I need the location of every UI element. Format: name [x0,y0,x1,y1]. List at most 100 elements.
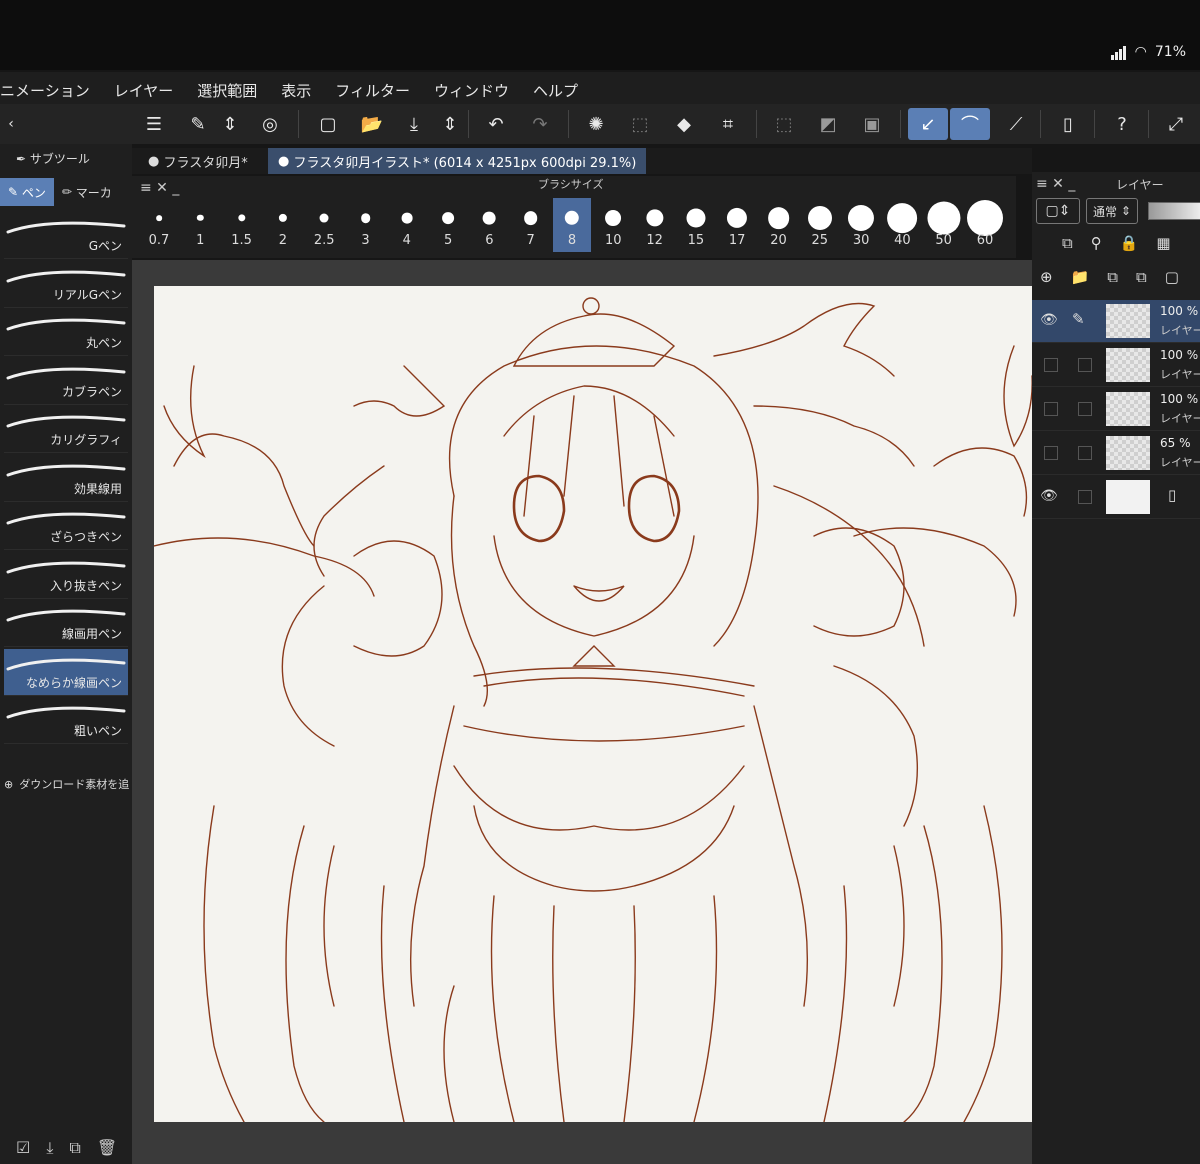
fullscreen-icon[interactable]: ⤢ [1160,108,1192,140]
brush-size-option[interactable]: 4 [388,198,426,252]
fill-icon[interactable]: ◆ [668,108,700,140]
new-layer-icon[interactable]: ⊕ [1040,268,1053,286]
menu-view[interactable]: 表示 [281,80,311,101]
brush-size-option[interactable]: 1.5 [223,198,261,252]
brush-snap-icon[interactable]: ⌒ [950,108,990,140]
edit-icon[interactable]: ✎ [182,108,214,140]
layer-row[interactable]: 👁 ✎ 100 % レイヤー [1032,300,1200,343]
deselect-icon[interactable]: ⬚ [768,108,800,140]
tab-document-1[interactable]: ● フラスタ卯月* [138,148,258,174]
brush-item[interactable]: カリグラフィ [4,406,128,453]
blend-mode-select[interactable]: 通常 ⇕ [1086,198,1138,224]
stepper-icon[interactable]: ⇕ [440,108,460,140]
brush-size-option[interactable]: 8 [553,198,591,252]
trash-icon[interactable]: 🗑 [97,1138,117,1158]
import-icon[interactable]: ⤓ [46,1138,53,1158]
pen-snap-icon[interactable]: ↙ [908,108,948,140]
brush-size-option[interactable]: 12 [636,198,674,252]
lock-alpha-icon[interactable]: ▦ [1156,234,1170,252]
brush-item[interactable]: リアルGペン [4,261,128,308]
brush-size-option[interactable]: 30 [842,198,880,252]
brush-size-option[interactable]: 17 [718,198,756,252]
menu-selection[interactable]: 選択範囲 [197,80,257,101]
layer-row[interactable]: 👁 ▯ [1032,476,1200,519]
invert-selection-icon[interactable]: ◩ [812,108,844,140]
reference-icon[interactable]: ⚲ [1091,234,1102,252]
brush-size-option[interactable]: 50 [925,198,963,252]
layer-row[interactable]: 100 % レイヤー [1032,388,1200,431]
brush-item[interactable]: 粗いペン [4,697,128,744]
brush-size-option[interactable]: 2.5 [305,198,343,252]
stepper-icon[interactable]: ⇕ [220,108,240,140]
undo-icon[interactable]: ↶ [480,108,512,140]
loading-icon[interactable]: ✺ [580,108,612,140]
brush-size-option[interactable]: 10 [594,198,632,252]
menu-window[interactable]: ウィンドウ [434,80,509,101]
tab-marker[interactable]: ✏ マーカ [54,178,120,206]
brush-item[interactable]: 効果線用 [4,455,128,502]
save-icon[interactable]: ⤓ [398,108,430,140]
help-icon[interactable]: ? [1106,108,1138,140]
new-folder-icon[interactable]: 📁 [1071,268,1090,286]
menu-layer[interactable]: レイヤー [114,80,174,101]
subtool-tab[interactable]: ✒ サブツール [16,150,90,167]
brush-size-option[interactable]: 6 [470,198,508,252]
edit-toggle[interactable] [1078,358,1092,372]
close-icon[interactable]: ≡ ✕ _ [140,180,179,196]
brush-size-option[interactable]: 1 [181,198,219,252]
edit-toggle[interactable] [1078,402,1092,416]
brush-size-option[interactable]: 20 [760,198,798,252]
canvas-paper[interactable] [153,286,1033,1123]
layer-row[interactable]: 65 % レイヤー [1032,432,1200,475]
visibility-toggle[interactable] [1044,402,1058,416]
edit-toggle[interactable] [1078,490,1092,504]
clip-icon[interactable]: ⧉ [1062,234,1073,252]
brush-item[interactable]: なめらか線画ペン [4,648,128,696]
brush-size-option[interactable]: 25 [801,198,839,252]
menu-filter[interactable]: フィルター [335,80,410,101]
device-icon[interactable]: ▯ [1052,108,1084,140]
copy-layer-icon[interactable]: ⧉ [1107,268,1118,286]
brush-size-option[interactable]: 5 [429,198,467,252]
brush-item[interactable]: 入り抜きペン [4,552,128,599]
eye-icon[interactable]: 👁 [1040,488,1058,504]
transform-icon[interactable]: ⬚ [624,108,656,140]
tab-document-2[interactable]: ● フラスタ卯月イラスト* (6014 x 4251px 600dpi 29.1… [268,148,647,174]
open-folder-icon[interactable]: 📂 [356,108,388,140]
layer-row[interactable]: 100 % レイヤー [1032,344,1200,387]
brush-item[interactable]: Gペン [4,212,128,259]
brush-size-option[interactable]: 15 [677,198,715,252]
layer-type-select[interactable]: ▢⇕ [1036,198,1080,224]
brush-item[interactable]: ざらつきペン [4,503,128,550]
menu-help[interactable]: ヘルプ [533,80,578,101]
visibility-toggle[interactable] [1044,358,1058,372]
selection-border-icon[interactable]: ▣ [856,108,888,140]
spiral-icon[interactable]: ◎ [254,108,286,140]
brush-item[interactable]: カブラペン [4,358,128,405]
close-icon[interactable]: ≡ ✕ _ [1036,176,1075,192]
brush-item[interactable]: 線画用ペン [4,600,128,647]
lock-icon[interactable]: 🔒 [1120,234,1139,252]
new-canvas-icon[interactable]: ▢ [312,108,344,140]
eye-icon[interactable]: 👁 [1040,312,1058,328]
edit-toggle[interactable] [1078,446,1092,460]
redo-icon[interactable]: ↷ [524,108,556,140]
brush-item[interactable]: 丸ペン [4,309,128,356]
opacity-slider[interactable] [1148,202,1200,220]
brush-size-option[interactable]: 0.7 [140,198,178,252]
tab-pen[interactable]: ✎ ペン [0,178,54,206]
duplicate-icon[interactable]: ⧉ [69,1138,80,1158]
brush-size-option[interactable]: 2 [264,198,302,252]
menu-icon[interactable]: ☰ [138,108,170,140]
brush-size-option[interactable]: 40 [883,198,921,252]
brush-size-option[interactable]: 3 [347,198,385,252]
ruler-snap-icon[interactable]: ⟋ [1000,108,1032,140]
merge-layer-icon[interactable]: ⧉ [1136,268,1147,286]
brush-size-option[interactable]: 7 [512,198,550,252]
checkbox-icon[interactable]: ☑ [16,1138,30,1158]
visibility-toggle[interactable] [1044,446,1058,460]
menu-animation[interactable]: ニメーション [0,80,90,101]
brush-size-option[interactable]: 60 [966,198,1004,252]
mask-icon[interactable]: ▢ [1165,268,1179,286]
chevron-left-icon[interactable]: ‹ [2,108,20,140]
